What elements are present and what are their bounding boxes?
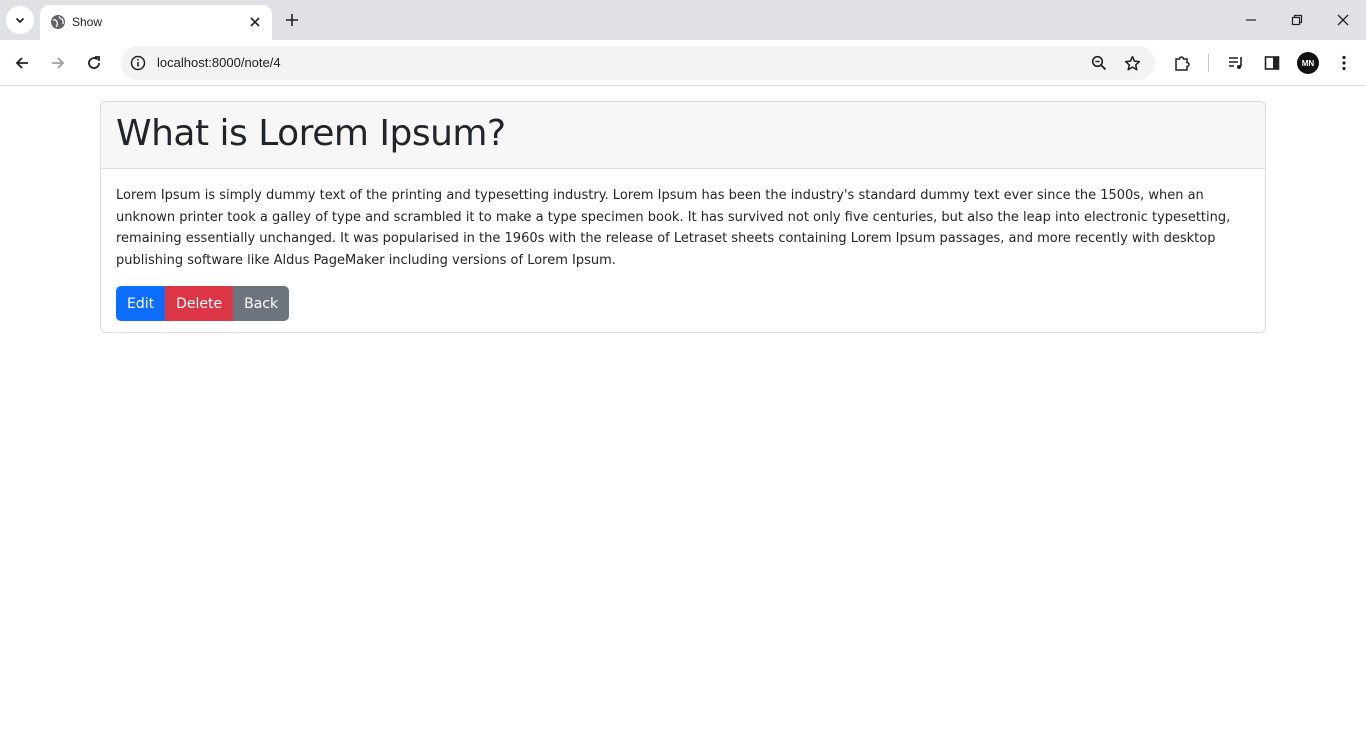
toolbar-divider [1208, 54, 1209, 72]
url-text[interactable]: localhost:8000/note/4 [157, 55, 281, 71]
edit-button[interactable]: Edit [116, 286, 166, 321]
plus-icon [286, 14, 298, 26]
more-vert-icon [1342, 55, 1346, 71]
globe-icon [51, 15, 65, 29]
browser-tab[interactable]: Show [40, 5, 272, 40]
tab-search-button[interactable] [6, 6, 34, 34]
zoom-out-icon [1091, 55, 1107, 71]
minimize-icon [1246, 19, 1256, 21]
browser-toolbar: localhost:8000/note/4 MN [0, 40, 1366, 86]
tab-title: Show [72, 15, 103, 29]
info-icon [130, 55, 146, 71]
media-controls-button[interactable] [1225, 52, 1247, 74]
reload-button[interactable] [80, 49, 108, 77]
close-icon [250, 17, 260, 27]
bookmark-button[interactable] [1122, 53, 1142, 73]
back-button[interactable]: Back [233, 286, 290, 321]
new-tab-button[interactable] [281, 9, 303, 31]
puzzle-icon [1175, 56, 1190, 71]
close-window-button[interactable] [1320, 0, 1366, 40]
side-panel-button[interactable] [1261, 52, 1283, 74]
restore-button[interactable] [1274, 0, 1320, 40]
note-actions: Edit Delete Back [116, 286, 1250, 321]
site-info-button[interactable] [129, 54, 147, 72]
zoom-button[interactable] [1089, 53, 1109, 73]
forward-nav-button[interactable] [44, 49, 72, 77]
browser-menu-button[interactable] [1333, 52, 1355, 74]
queue-music-icon [1229, 57, 1242, 69]
tab-close-button[interactable] [246, 13, 264, 31]
reload-icon [88, 56, 100, 69]
address-bar[interactable]: localhost:8000/note/4 [121, 46, 1155, 80]
back-nav-button[interactable] [8, 49, 36, 77]
note-card-header: What is Lorem Ipsum? [101, 102, 1265, 169]
delete-button[interactable]: Delete [165, 286, 234, 321]
chevron-down-icon [15, 17, 25, 24]
tab-strip: Show [0, 0, 1366, 40]
minimize-button[interactable] [1228, 0, 1274, 40]
note-body-text: Lorem Ipsum is simply dummy text of the … [116, 188, 1231, 268]
note-card-body: Lorem Ipsum is simply dummy text of the … [101, 169, 1265, 321]
extensions-button[interactable] [1171, 52, 1193, 74]
restore-icon [1291, 14, 1303, 26]
note-title: What is Lorem Ipsum? [116, 113, 506, 154]
close-icon [1337, 14, 1349, 26]
side-panel-icon [1264, 56, 1280, 70]
profile-avatar[interactable]: MN [1297, 52, 1319, 74]
note-card: What is Lorem Ipsum? Lorem Ipsum is simp… [100, 101, 1266, 333]
arrow-right-icon [52, 57, 65, 69]
star-icon [1124, 55, 1140, 71]
arrow-left-icon [15, 57, 28, 69]
